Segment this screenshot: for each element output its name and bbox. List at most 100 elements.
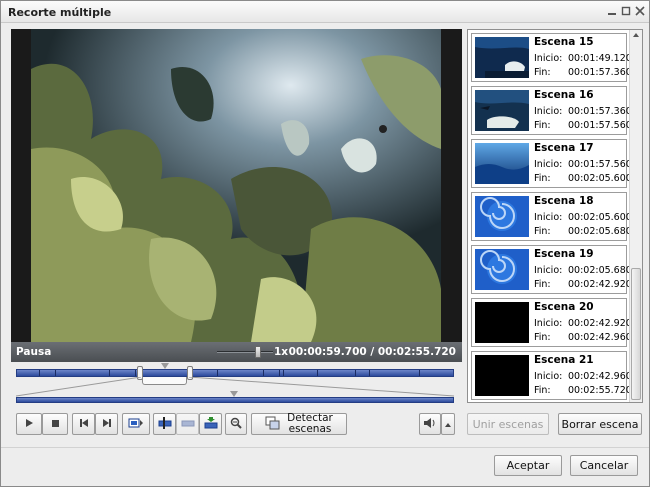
scene-end-label: Fin:	[534, 385, 551, 396]
scene-start-label: Inicio:	[534, 212, 563, 223]
skip-back-icon	[79, 418, 89, 431]
scene-end-time: 00:02:42.920	[568, 279, 632, 290]
scene-name: Escena 20	[534, 301, 594, 313]
scene-item[interactable]: Escena 21 Inicio: 00:02:42.960 Fin: 00:02:55…	[471, 351, 632, 400]
scene-start-time: 00:02:05.600	[568, 212, 632, 223]
scene-detect-icon	[265, 416, 281, 433]
scene-boundary	[355, 370, 356, 376]
scene-name: Escena 18	[534, 195, 594, 207]
scene-item[interactable]: Escena 17 Inicio: 00:01:57.560 Fin: 00:02:05…	[471, 139, 632, 188]
scene-start-label: Inicio:	[534, 265, 563, 276]
scene-name: Escena 15	[534, 36, 594, 48]
scene-start-label: Inicio:	[534, 371, 563, 382]
detect-scenes-label: Detectar escenas	[287, 413, 333, 435]
scene-start-label: Inicio:	[534, 53, 563, 64]
scene-boundary	[263, 370, 264, 376]
accept-button[interactable]: Aceptar	[494, 455, 562, 476]
detect-scenes-label-line2: escenas	[288, 423, 332, 435]
frame-step-button[interactable]	[122, 413, 150, 435]
scene-end-label: Fin:	[534, 332, 551, 343]
scene-boundary	[55, 370, 56, 376]
next-scene-button[interactable]	[95, 413, 118, 435]
scene-thumbnail	[475, 37, 529, 78]
scene-item[interactable]: Escena 15 Inicio: 00:01:49.120 Fin: 00:01:57…	[471, 33, 632, 82]
marker-down-icon	[204, 416, 218, 432]
scene-start-time: 00:02:05.680	[568, 265, 632, 276]
scene-start-label: Inicio:	[534, 106, 563, 117]
scene-boundary	[283, 370, 284, 376]
scene-boundary	[109, 370, 110, 376]
volume-button[interactable]	[419, 413, 441, 435]
video-preview[interactable]	[11, 29, 462, 342]
scroll-up-icon[interactable]	[633, 33, 639, 37]
minimize-icon[interactable]	[605, 3, 619, 19]
merge-scenes-button[interactable]: Unir escenas	[467, 413, 549, 435]
stop-button[interactable]	[42, 413, 68, 435]
scene-name: Escena 21	[534, 354, 594, 366]
scene-end-label: Fin:	[534, 120, 551, 131]
insert-marker-button[interactable]	[199, 413, 222, 435]
scene-name: Escena 16	[534, 89, 594, 101]
multi-trim-window: Recorte múltiple Pausa 1x 00:00:59.700 /…	[0, 0, 650, 487]
scene-boundary	[419, 370, 420, 376]
scene-end-time: 00:01:57.360	[568, 67, 632, 78]
delete-scene-button[interactable]: Borrar escena	[558, 413, 642, 435]
close-icon[interactable]	[633, 3, 647, 19]
scrollbar-thumb[interactable]	[631, 268, 641, 400]
scene-item[interactable]: Escena 16 Inicio: 00:01:57.360 Fin: 00:01:57…	[471, 86, 632, 135]
detect-scenes-button[interactable]: Detectar escenas	[251, 413, 347, 435]
scene-end-time: 00:02:42.960	[568, 332, 632, 343]
window-title: Recorte múltiple	[8, 6, 112, 19]
scene-thumbnail	[475, 302, 529, 343]
stop-icon	[50, 418, 60, 431]
scene-end-label: Fin:	[534, 67, 551, 78]
scene-end-time: 00:02:55.720	[568, 385, 632, 396]
speaker-icon	[423, 417, 437, 432]
scene-end-label: Fin:	[534, 279, 551, 290]
scene-start-time: 00:01:49.120	[568, 53, 632, 64]
scene-thumbnail	[475, 196, 529, 237]
scene-start-label: Inicio:	[534, 159, 563, 170]
scene-boundary	[279, 370, 280, 376]
playback-state: Pausa	[16, 346, 52, 358]
scene-end-label: Fin:	[534, 226, 551, 237]
maximize-icon[interactable]	[619, 3, 633, 19]
scene-start-time: 00:02:42.960	[568, 371, 632, 382]
split-icon	[158, 416, 172, 432]
magnifier-icon	[230, 417, 242, 432]
scene-boundary	[317, 370, 318, 376]
scene-end-time: 00:02:05.680	[568, 226, 632, 237]
playback-status-bar: Pausa 1x 00:00:59.700 / 00:02:55.720	[11, 342, 462, 362]
scene-thumbnail	[475, 143, 529, 184]
split-scene-button[interactable]	[153, 413, 176, 435]
scene-item[interactable]: Escena 20 Inicio: 00:02:42.920 Fin: 00:02:42…	[471, 298, 632, 347]
join-icon	[181, 417, 195, 432]
film-frame-icon	[128, 417, 144, 432]
speed-slider-track[interactable]	[217, 351, 273, 353]
previous-scene-button[interactable]	[72, 413, 95, 435]
scene-timeline[interactable]	[16, 369, 454, 377]
title-bar: Recorte múltiple	[1, 1, 649, 23]
volume-dropdown-button[interactable]	[441, 413, 455, 435]
scene-end-time: 00:01:57.560	[568, 120, 632, 131]
scene-boundary	[369, 370, 370, 376]
chevron-up-icon	[444, 418, 452, 431]
scene-item[interactable]: Escena 18 Inicio: 00:02:05.600 Fin: 00:02:05…	[471, 192, 632, 241]
scene-list-scrollbar[interactable]	[629, 30, 642, 402]
scene-end-label: Fin:	[534, 173, 551, 184]
scene-list[interactable]: Escena 15 Inicio: 00:01:49.120 Fin: 00:01:57…	[467, 29, 643, 403]
scene-thumbnail	[475, 355, 529, 396]
scene-boundary	[217, 370, 218, 376]
zoom-button[interactable]	[225, 413, 247, 435]
scene-thumbnail	[475, 249, 529, 290]
zoomed-timeline[interactable]	[16, 397, 454, 403]
scene-start-label: Inicio:	[534, 318, 563, 329]
scene-name: Escena 19	[534, 248, 594, 260]
footer-divider	[1, 447, 649, 448]
play-button[interactable]	[16, 413, 42, 435]
join-adjacent-button[interactable]	[176, 413, 199, 435]
scene-item[interactable]: Escena 19 Inicio: 00:02:05.680 Fin: 00:02:42…	[471, 245, 632, 294]
cancel-button[interactable]: Cancelar	[570, 455, 638, 476]
scene-name: Escena 17	[534, 142, 594, 154]
speed-slider-thumb[interactable]	[255, 346, 261, 358]
